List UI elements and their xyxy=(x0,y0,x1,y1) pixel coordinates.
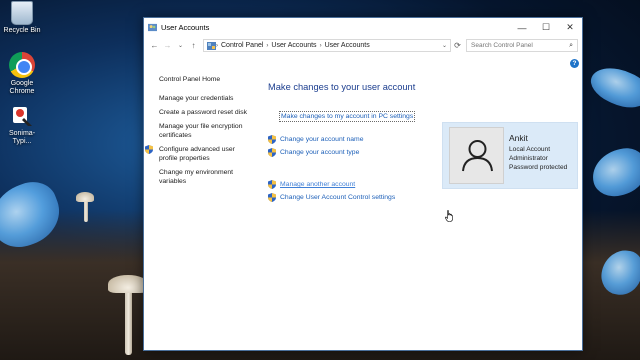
hand-cursor-icon xyxy=(445,210,453,222)
wallpaper-mushroom xyxy=(84,200,88,222)
account-panel: Ankit Local Account Administrator Passwo… xyxy=(442,122,578,189)
minimize-button[interactable]: — xyxy=(510,18,534,37)
wallpaper-mushroom xyxy=(125,285,132,355)
main-panel: Make changes to your user account Make c… xyxy=(268,82,438,206)
account-picture xyxy=(449,127,504,184)
control-panel-home-link[interactable]: Control Panel Home xyxy=(159,76,254,83)
address-field[interactable]: › Control Panel › User Accounts › User A… xyxy=(203,39,451,52)
desktop-icon-sonima[interactable]: Sonima-Typi... xyxy=(0,104,44,146)
pc-settings-link[interactable]: Make changes to my account in PC setting… xyxy=(279,111,416,122)
back-button[interactable]: ← xyxy=(148,41,161,50)
window-title: User Accounts xyxy=(161,23,210,32)
breadcrumb-separator: › xyxy=(216,42,218,49)
title-bar[interactable]: User Accounts — ☐ ✕ xyxy=(144,18,582,37)
user-avatar-icon xyxy=(462,140,493,172)
refresh-button[interactable]: ⟳ xyxy=(451,41,464,50)
desktop-icon-label: Google Chrome xyxy=(9,80,35,95)
account-detail: Local Account xyxy=(509,146,551,153)
wallpaper-mushroom xyxy=(108,275,148,293)
change-account-type-link[interactable]: Change your account type xyxy=(268,148,438,157)
user-accounts-icon xyxy=(148,23,157,32)
user-accounts-window: User Accounts — ☐ ✕ ← → ⌄ ↑ › Control Pa… xyxy=(143,17,583,351)
up-button[interactable]: ↑ xyxy=(187,41,200,50)
file-encryption-link[interactable]: Manage your file encryption certificates xyxy=(159,122,254,140)
control-panel-icon xyxy=(207,41,216,50)
recent-locations-button[interactable]: ⌄ xyxy=(174,42,187,49)
maximize-button[interactable]: ☐ xyxy=(534,18,558,37)
account-detail: Password protected xyxy=(509,164,568,171)
desktop-icon-label: Recycle Bin xyxy=(3,27,41,34)
uac-shield-icon xyxy=(145,145,153,154)
environment-variables-link[interactable]: Change my environment variables xyxy=(159,168,254,186)
close-button[interactable]: ✕ xyxy=(558,18,582,37)
search-icon[interactable]: ⌕ xyxy=(569,42,573,50)
uac-settings-link[interactable]: Change User Account Control settings xyxy=(268,193,438,202)
wallpaper-mushroom xyxy=(76,192,94,202)
uac-shield-icon xyxy=(268,148,276,157)
help-icon[interactable]: ? xyxy=(570,59,579,68)
account-name: Ankit xyxy=(509,133,528,143)
uac-shield-icon xyxy=(268,135,276,144)
desktop-icon-chrome[interactable]: Google Chrome xyxy=(0,52,44,96)
search-input[interactable] xyxy=(471,42,570,49)
chevron-down-icon[interactable]: ⌄ xyxy=(442,42,447,49)
breadcrumb-separator: › xyxy=(266,42,269,49)
advanced-profile-properties-label: Configure advanced user profile properti… xyxy=(159,146,235,162)
change-account-name-link[interactable]: Change your account name xyxy=(268,135,438,144)
search-field[interactable]: ⌕ xyxy=(466,39,578,52)
page-heading: Make changes to your user account xyxy=(268,82,416,92)
chrome-icon xyxy=(9,52,35,78)
uac-shield-icon xyxy=(268,193,276,202)
desktop-icon-recycle-bin[interactable]: Recycle Bin xyxy=(0,1,44,35)
uac-shield-icon xyxy=(268,180,276,189)
content-area: ? Control Panel Home Manage your credent… xyxy=(144,54,582,350)
recycle-bin-icon xyxy=(11,1,33,25)
account-info: Ankit Local Account Administrator Passwo… xyxy=(509,134,567,172)
manage-another-account-label: Manage another account xyxy=(280,181,356,188)
advanced-profile-properties-link[interactable]: Configure advanced user profile properti… xyxy=(145,145,254,163)
address-bar: ← → ⌄ ↑ › Control Panel › User Accounts … xyxy=(144,37,582,54)
wallpaper-butterfly xyxy=(585,58,640,117)
manage-another-account-link[interactable]: Manage another account xyxy=(268,180,438,189)
manage-credentials-link[interactable]: Manage your credentials xyxy=(159,94,254,103)
breadcrumb-user-accounts-current[interactable]: User Accounts xyxy=(325,42,370,49)
sonima-app-icon xyxy=(10,104,34,128)
uac-settings-label: Change User Account Control settings xyxy=(280,194,396,201)
breadcrumb-separator: › xyxy=(319,42,322,49)
breadcrumb-user-accounts[interactable]: User Accounts xyxy=(271,42,316,49)
forward-button[interactable]: → xyxy=(161,41,174,50)
breadcrumb-control-panel[interactable]: Control Panel xyxy=(221,42,263,49)
password-reset-disk-link[interactable]: Create a password reset disk xyxy=(159,108,254,117)
wallpaper-butterfly xyxy=(587,143,640,202)
change-account-name-label: Change your account name xyxy=(280,136,364,143)
desktop-icon-label: Sonima-Typi... xyxy=(8,130,36,145)
account-detail: Administrator xyxy=(509,155,548,162)
left-navigation: Control Panel Home Manage your credentia… xyxy=(145,76,254,191)
change-account-type-label: Change your account type xyxy=(280,149,360,156)
